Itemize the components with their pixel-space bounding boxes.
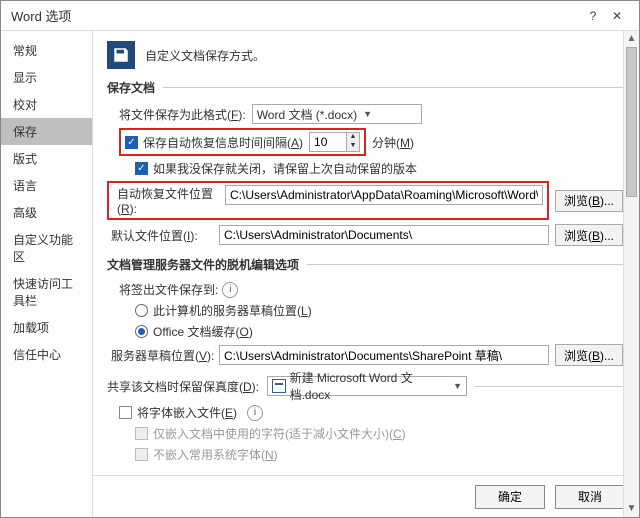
vertical-scrollbar[interactable]: ▲ ▼	[623, 31, 639, 517]
sidebar-item-trust[interactable]: 信任中心	[1, 341, 92, 368]
options-dialog: Word 选项 ? ✕ 常规 显示 校对 保存 版式 语言 高级 自定义功能区 …	[0, 0, 640, 518]
chevron-down-icon: ▼	[363, 109, 372, 119]
autosave-interval-spinner[interactable]: ▲▼	[309, 132, 360, 152]
radio-server-draft[interactable]: 此计算机的服务器草稿位置(L)	[107, 302, 623, 319]
autosave-checkbox[interactable]: ✓ 保存自动恢复信息时间间隔(A)	[125, 134, 303, 151]
sidebar-item-addins[interactable]: 加载项	[1, 314, 92, 341]
server-draft-input[interactable]	[219, 345, 549, 365]
spinner-down-icon[interactable]: ▼	[347, 142, 359, 151]
save-format-combo[interactable]: Word 文档 (*.docx)▼	[252, 104, 422, 124]
save-format-label: 将文件保存为此格式(F):	[119, 106, 246, 123]
dialog-footer: 确定 取消	[93, 475, 639, 517]
share-fidelity-row: 共享该文档时保留保真度(D): 新建 Microsoft Word 文档.doc…	[107, 376, 623, 396]
server-draft-row: 服务器草稿位置(V): 浏览(B)...	[107, 344, 623, 366]
embed-fonts-row[interactable]: 将字体嵌入文件(E) i	[107, 404, 623, 421]
scroll-up-icon[interactable]: ▲	[624, 31, 639, 47]
scrollbar-thumb[interactable]	[626, 47, 637, 197]
recover-path-label: 自动恢复文件位置(R):	[113, 185, 225, 216]
server-draft-label: 服务器草稿位置(V):	[107, 347, 219, 364]
embed-sub1-row: 仅嵌入文档中使用的字符(适于减小文件大小)(C)	[107, 425, 623, 442]
close-icon[interactable]: ✕	[605, 9, 629, 23]
default-path-row: 默认文件位置(I): 浏览(B)...	[107, 224, 623, 246]
keep-last-row: ✓ 如果我没保存就关闭，请保留上次自动保留的版本	[107, 160, 623, 177]
section-save-docs: 保存文档	[107, 79, 623, 96]
chevron-down-icon: ▼	[453, 381, 462, 391]
autosave-unit: 分钟(M)	[372, 134, 414, 151]
browse-draft-button[interactable]: 浏览(B)...	[555, 344, 623, 366]
sidebar-item-qat[interactable]: 快速访问工具栏	[1, 270, 92, 314]
recover-path-row: 自动恢复文件位置(R): 浏览(B)...	[107, 181, 623, 220]
window-title: Word 选项	[11, 6, 581, 25]
sidebar-item-language[interactable]: 语言	[1, 172, 92, 199]
share-doc-combo[interactable]: 新建 Microsoft Word 文档.docx▼	[267, 376, 467, 396]
recover-path-input[interactable]	[225, 185, 543, 205]
default-path-label: 默认文件位置(I):	[107, 227, 219, 244]
page-header: 自定义文档保存方式。	[107, 41, 623, 69]
highlight-autosave: ✓ 保存自动恢复信息时间间隔(A) ▲▼	[119, 128, 366, 156]
save-format-row: 将文件保存为此格式(F): Word 文档 (*.docx)▼	[107, 104, 623, 124]
spinner-up-icon[interactable]: ▲	[347, 133, 359, 142]
sidebar-item-ribbon[interactable]: 自定义功能区	[1, 226, 92, 270]
radio-office-cache[interactable]: Office 文档缓存(O)	[107, 323, 623, 340]
sidebar-item-save[interactable]: 保存	[1, 118, 92, 145]
body: 常规 显示 校对 保存 版式 语言 高级 自定义功能区 快速访问工具栏 加载项 …	[1, 31, 639, 517]
browse-default-button[interactable]: 浏览(B)...	[555, 224, 623, 246]
main-panel: 自定义文档保存方式。 保存文档 将文件保存为此格式(F): Word 文档 (*…	[93, 31, 639, 517]
sidebar: 常规 显示 校对 保存 版式 语言 高级 自定义功能区 快速访问工具栏 加载项 …	[1, 31, 93, 517]
titlebar: Word 选项 ? ✕	[1, 1, 639, 31]
help-icon-checkout[interactable]: i	[222, 282, 238, 298]
autosave-row: ✓ 保存自动恢复信息时间间隔(A) ▲▼ 分钟(M)	[107, 128, 623, 156]
sidebar-item-proof[interactable]: 校对	[1, 91, 92, 118]
sidebar-item-display[interactable]: 显示	[1, 64, 92, 91]
sidebar-item-advanced[interactable]: 高级	[1, 199, 92, 226]
sidebar-item-general[interactable]: 常规	[1, 37, 92, 64]
document-icon	[272, 379, 286, 393]
scroll-down-icon[interactable]: ▼	[624, 501, 639, 517]
help-icon[interactable]: ?	[581, 9, 605, 23]
cancel-button[interactable]: 取消	[555, 485, 625, 509]
default-path-input[interactable]	[219, 225, 549, 245]
keep-last-checkbox[interactable]: ✓ 如果我没保存就关闭，请保留上次自动保留的版本	[135, 160, 417, 177]
browse-recover-button[interactable]: 浏览(B)...	[555, 190, 623, 212]
help-icon-embed[interactable]: i	[247, 405, 263, 421]
ok-button[interactable]: 确定	[475, 485, 545, 509]
save-icon	[107, 41, 135, 69]
section-offline: 文档管理服务器文件的脱机编辑选项	[107, 256, 623, 273]
checkout-label-row: 将签出文件保存到:i	[107, 281, 623, 298]
header-text: 自定义文档保存方式。	[145, 47, 265, 64]
embed-sub2-row: 不嵌入常用系统字体(N)	[107, 446, 623, 463]
sidebar-item-layout[interactable]: 版式	[1, 145, 92, 172]
